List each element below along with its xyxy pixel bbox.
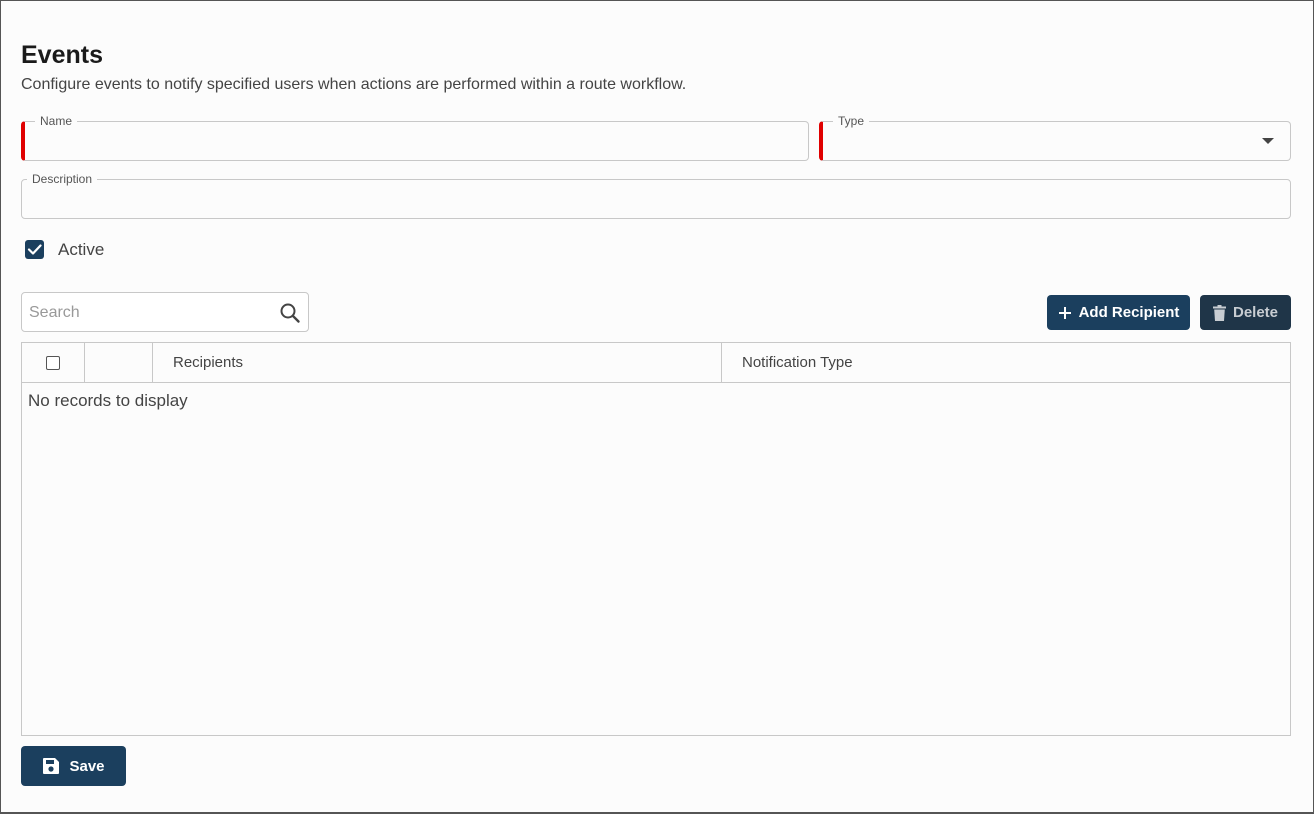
active-checkbox[interactable] [25,240,44,259]
type-select[interactable]: Type [819,114,1291,161]
notification-type-column-label: Notification Type [742,354,853,371]
search-input[interactable]: Search [21,292,309,332]
row-actions-header [85,343,153,382]
plus-icon [1058,306,1071,319]
floppy-disk-icon [43,758,60,774]
recipients-column-header[interactable]: Recipients [153,343,722,382]
save-button[interactable]: Save [21,746,126,786]
trash-icon [1212,304,1226,321]
delete-label: Delete [1232,304,1279,321]
type-field-label: Type [833,114,870,128]
description-field[interactable]: Description [21,172,1291,219]
select-all-checkbox[interactable] [46,355,60,370]
notification-type-column-header[interactable]: Notification Type [722,343,1290,382]
add-recipient-label: Add Recipient [1078,304,1180,321]
name-field[interactable]: Name [21,114,809,161]
add-recipient-button[interactable]: Add Recipient [1047,295,1190,330]
delete-button[interactable]: Delete [1200,295,1291,330]
description-field-label: Description [27,172,98,186]
recipients-column-label: Recipients [173,354,244,371]
page-title: Events [21,41,103,69]
search-placeholder: Search [29,304,80,321]
chevron-down-icon[interactable] [1262,138,1274,144]
empty-message: No records to display [28,391,188,410]
search-icon[interactable] [279,302,301,324]
table-header: Recipients Notification Type [22,343,1290,383]
active-label: Active [58,240,105,259]
select-all-header [22,343,85,382]
recipients-table: Recipients Notification Type No records … [21,342,1291,736]
name-field-label: Name [35,114,78,128]
checkmark-icon [27,244,42,255]
page-subtitle: Configure events to notify specified use… [21,76,687,93]
save-label: Save [69,757,105,775]
